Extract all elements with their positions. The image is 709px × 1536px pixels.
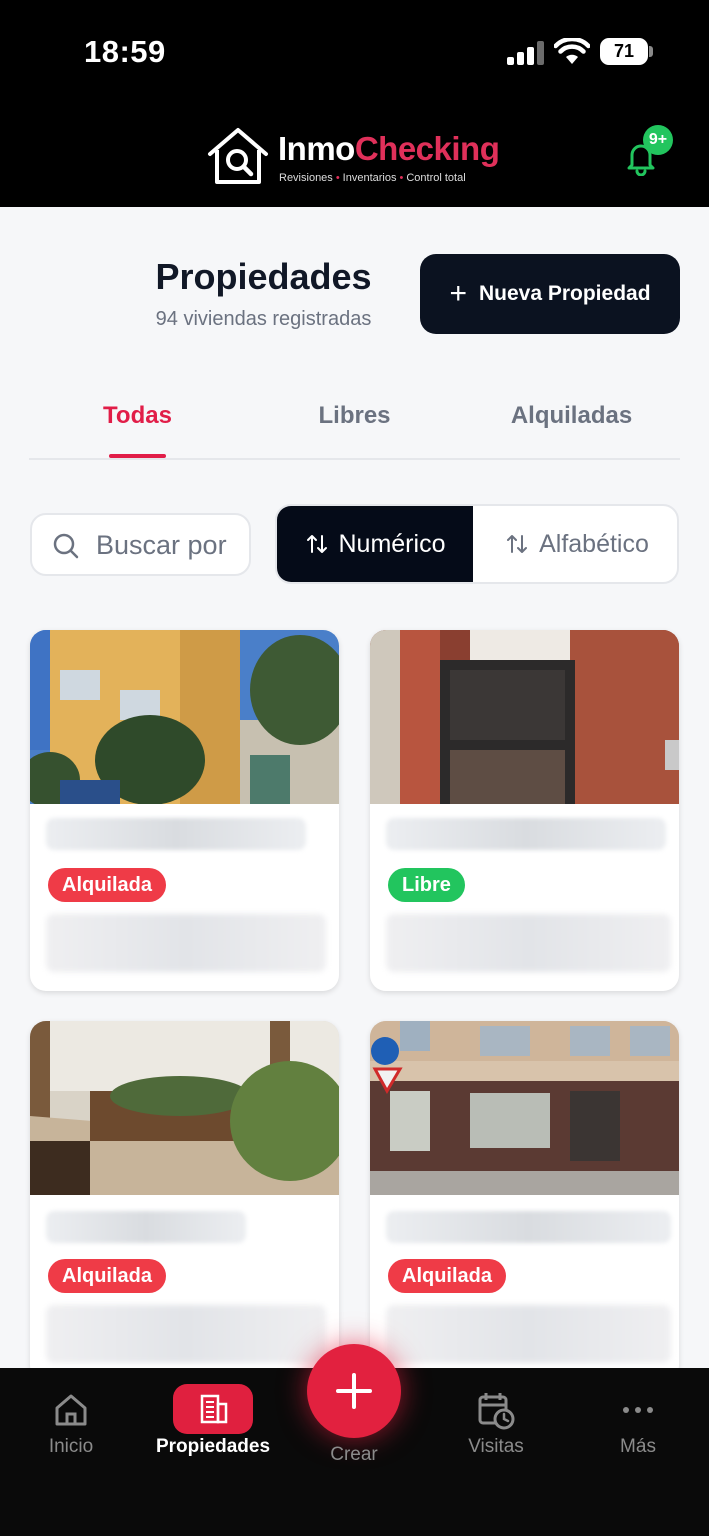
- brand-logo: InmoChecking Revisiones • Inventarios • Cont…: [206, 124, 506, 188]
- sort-arrows-icon: [507, 535, 528, 553]
- property-photo: [30, 630, 339, 804]
- nav-item-mas[interactable]: Más: [573, 1388, 703, 1458]
- new-property-button[interactable]: + Nueva Propiedad: [420, 254, 680, 334]
- nav-label-mas: Más: [620, 1436, 656, 1457]
- property-card[interactable]: Alquilada: [370, 1021, 679, 1381]
- tagline-item: Revisiones: [279, 172, 333, 184]
- tab-alquiladas[interactable]: Alquiladas: [463, 402, 680, 430]
- home-icon: [55, 1394, 87, 1426]
- tagline-item: Inventarios: [342, 172, 397, 184]
- battery-nub: [649, 46, 653, 57]
- battery-level: 71: [613, 41, 635, 61]
- filter-tabs: Todas Libres Alquiladas: [29, 390, 680, 460]
- search-box[interactable]: [30, 513, 251, 576]
- sort-arrows-icon: [306, 535, 327, 553]
- notification-badge: 9+: [643, 125, 673, 155]
- plus-icon: +: [449, 277, 467, 310]
- nav-label-visitas: Visitas: [468, 1436, 524, 1457]
- nav-item-inicio[interactable]: Inicio: [6, 1388, 136, 1458]
- status-badge: Alquilada: [48, 868, 167, 902]
- property-photo: [370, 630, 679, 804]
- search-icon: [53, 533, 79, 559]
- brand-name-part1: Inmo: [278, 130, 355, 167]
- app-header: 18:59 71 InmoChecking Revisiones • Inventa…: [0, 0, 709, 207]
- battery-icon: 71: [600, 38, 648, 65]
- status-badge: Alquilada: [388, 1259, 507, 1293]
- property-details-blurred: [386, 1305, 671, 1363]
- sort-numeric-button[interactable]: Numérico: [277, 506, 473, 582]
- search-input[interactable]: [96, 525, 246, 565]
- plus-icon: [336, 1373, 372, 1409]
- property-card[interactable]: Alquilada: [30, 630, 339, 991]
- tab-libres[interactable]: Libres: [246, 402, 463, 430]
- nav-label-inicio: Inicio: [48, 1436, 94, 1457]
- cellular-signal-icon: [507, 41, 545, 65]
- property-card[interactable]: Libre: [370, 630, 679, 991]
- nav-label-propiedades: Propiedades: [155, 1436, 271, 1457]
- status-badge: Libre: [388, 868, 465, 902]
- nav-item-propiedades[interactable]: Propiedades: [148, 1384, 278, 1458]
- status-time: 18:59: [84, 34, 166, 69]
- brand-name-part2: Checking: [354, 130, 500, 167]
- sort-alphabetic-label: Alfabético: [539, 529, 649, 558]
- property-title-blurred: [386, 818, 666, 850]
- property-card[interactable]: Alquilada: [30, 1021, 339, 1381]
- active-tab-indicator: [109, 454, 166, 458]
- new-property-label: Nueva Propiedad: [478, 282, 651, 305]
- building-icon: [200, 1394, 228, 1424]
- wifi-icon: [554, 38, 590, 64]
- brand-tagline: Revisiones • Inventarios • Control total: [279, 172, 466, 184]
- brand-name: InmoChecking: [278, 130, 500, 168]
- nav-label-crear: Crear: [330, 1444, 378, 1465]
- active-nav-pill: [173, 1384, 253, 1434]
- tab-todas[interactable]: Todas: [29, 402, 246, 430]
- property-title-blurred: [46, 818, 306, 850]
- more-icon: [623, 1407, 653, 1413]
- sort-toggle: Numérico Alfabético: [275, 504, 679, 584]
- sort-alphabetic-button[interactable]: Alfabético: [473, 506, 677, 582]
- status-badge: Alquilada: [48, 1259, 167, 1293]
- property-details-blurred: [46, 1305, 326, 1363]
- house-search-icon: [208, 128, 268, 184]
- property-details-blurred: [386, 914, 671, 972]
- property-details-blurred: [46, 914, 326, 972]
- property-photo: [370, 1021, 679, 1195]
- sort-numeric-label: Numérico: [338, 529, 446, 558]
- nav-item-visitas[interactable]: Visitas: [431, 1388, 561, 1458]
- property-title-blurred: [46, 1211, 246, 1243]
- calendar-clock-icon: [478, 1393, 515, 1430]
- create-button[interactable]: [307, 1344, 401, 1438]
- tagline-item: Control total: [406, 172, 466, 184]
- property-photo: [30, 1021, 339, 1195]
- property-title-blurred: [386, 1211, 671, 1243]
